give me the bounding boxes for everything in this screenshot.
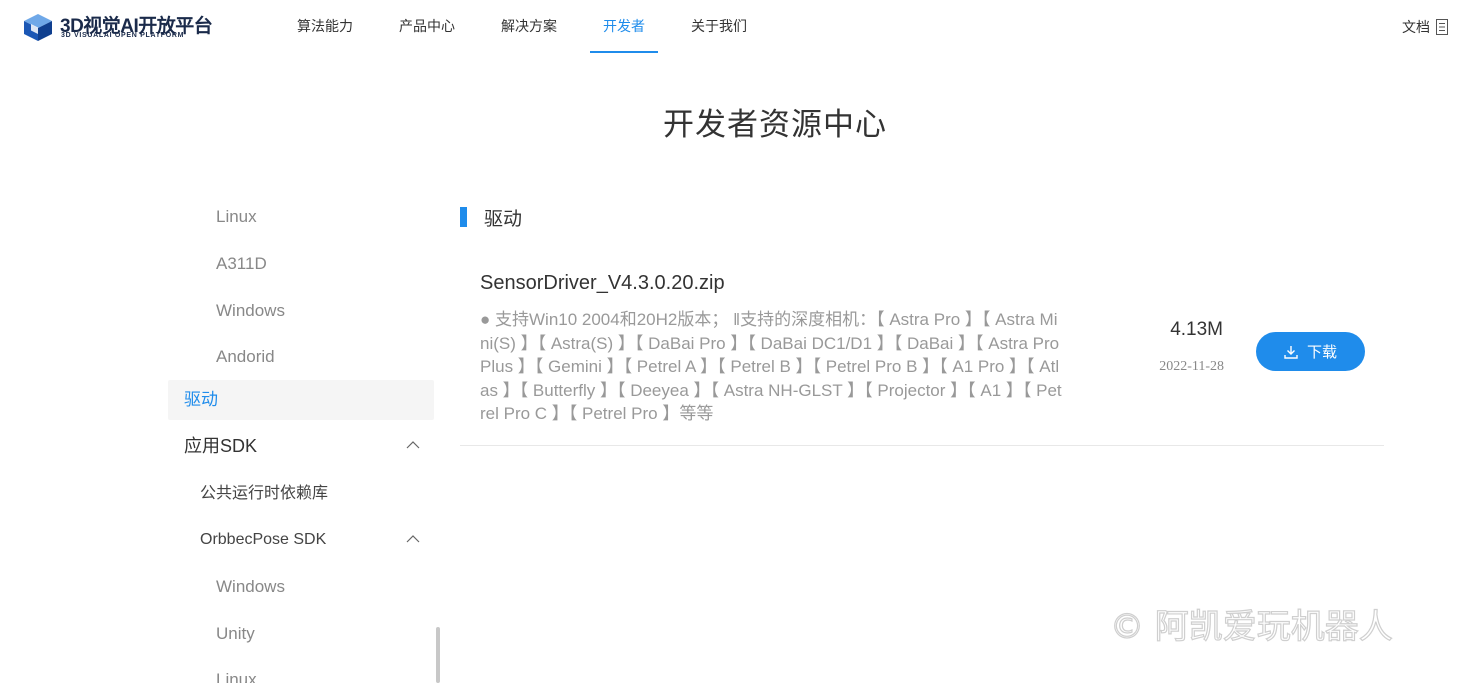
nav-solutions[interactable]: 解决方案 [488,0,570,53]
docs-label: 文档 [1402,19,1430,35]
document-icon [1436,19,1448,35]
platform-logo[interactable]: 3D视觉AI开放平台 3D VISUALAI OPEN PLATFORM [22,11,222,43]
chevron-up-icon [406,535,420,543]
watermark-text: © 阿凯爱玩机器人 [1110,607,1393,647]
download-icon [1284,345,1298,359]
nav-developers[interactable]: 开发者 [590,0,658,53]
section-header: 驱动 [460,203,522,231]
file-size: 4.13M [1170,319,1223,340]
sidebar-item-label: OrbbecPose SDK [200,531,327,548]
section-accent-bar [460,207,467,227]
nav-about[interactable]: 关于我们 [678,0,760,53]
download-label: 下载 [1306,344,1337,361]
sidebar-item-runtime-libs[interactable]: 公共运行时依赖库 [168,474,434,514]
page-title: 开发者资源中心 [663,107,887,142]
cube-logo-icon [24,14,52,41]
sidebar-item-app-sdk[interactable]: 应用SDK [168,426,434,466]
watermark: © 阿凯爱玩机器人 [1109,606,1393,647]
sidebar-item-drivers[interactable]: 驱动 [168,380,434,420]
sidebar-item-orbbecpose-sdk[interactable]: OrbbecPose SDK [168,520,434,560]
download-button[interactable]: 下载 [1256,332,1365,371]
section-title: 驱动 [484,208,523,230]
top-header: 3D视觉AI开放平台 3D VISUALAI OPEN PLATFORM 算法能… [0,0,1476,54]
docs-link[interactable]: 文档 [1402,17,1448,37]
sidebar-item-a311d[interactable]: A311D [168,244,434,284]
nav-products[interactable]: 产品中心 [386,0,468,53]
sidebar-item-pose-linux[interactable]: Linux [168,660,434,683]
sidebar-item-linux[interactable]: Linux [168,197,434,237]
chevron-up-icon [406,441,420,449]
sidebar-item-pose-windows[interactable]: Windows [168,567,434,607]
logo-subtitle: 3D VISUALAI OPEN PLATFORM [61,32,185,39]
sidebar-item-pose-unity[interactable]: Unity [168,614,434,654]
sidebar-item-android[interactable]: Andorid [168,337,434,377]
file-description: ● 支持Win10 2004和20H2版本； ‖支持的深度相机：【 Astra … [480,310,1062,423]
sidebar-nav: Linux A311D Windows Andorid 驱动 应用SDK 公共运… [168,193,434,683]
main-nav: 算法能力 产品中心 解决方案 开发者 关于我们 [284,0,780,54]
sidebar-item-windows[interactable]: Windows [168,291,434,331]
sidebar-item-label: 应用SDK [184,436,258,456]
nav-algorithms[interactable]: 算法能力 [284,0,366,53]
sidebar-scrollbar[interactable] [436,627,440,683]
file-date: 2022-11-28 [1159,359,1224,374]
file-name: SensorDriver_V4.3.0.20.zip [480,272,725,294]
row-divider [460,445,1384,446]
